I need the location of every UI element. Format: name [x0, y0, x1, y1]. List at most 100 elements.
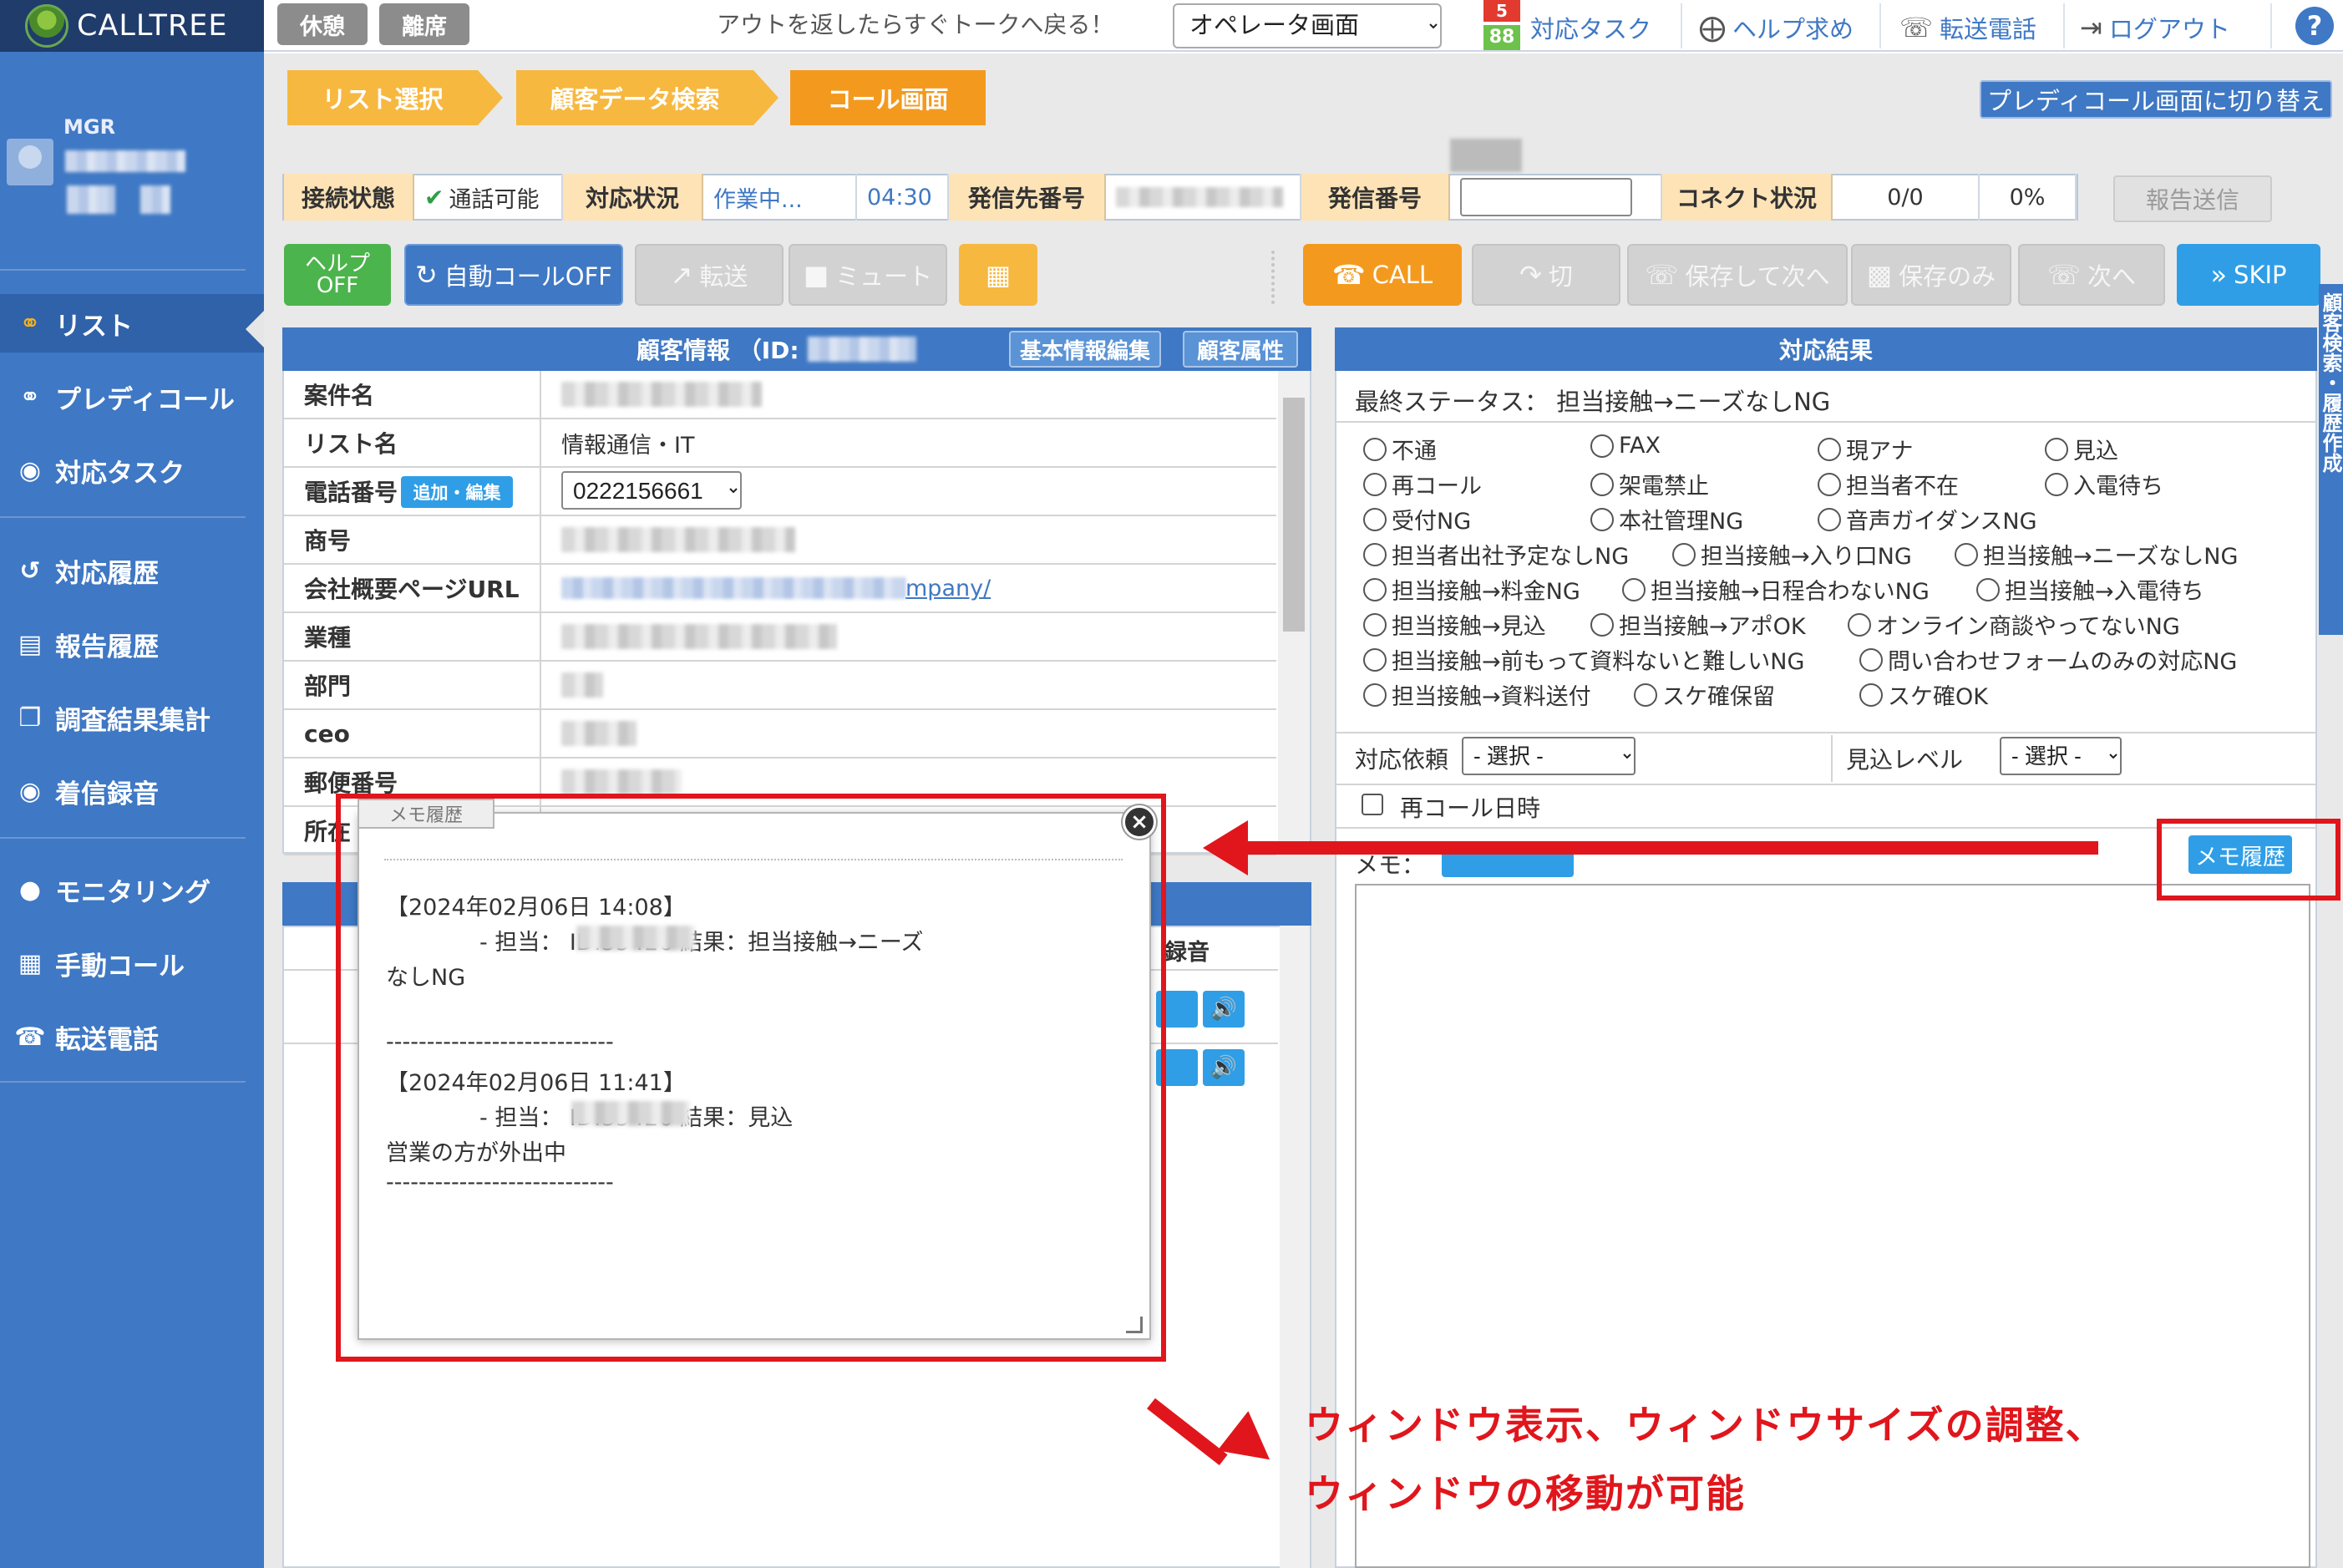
phone-number-select[interactable]: 0222156661: [561, 471, 742, 510]
mute-button[interactable]: ■ ミュート: [789, 244, 947, 306]
company-url-link[interactable]: mpany/: [905, 576, 991, 601]
status-option[interactable]: 担当者出社予定なしNG: [1363, 538, 1629, 571]
status-option[interactable]: 担当接触→日程合わないNG: [1622, 573, 1930, 606]
calendar-icon: ▤: [18, 629, 43, 659]
field-value-list-name: 情報通信・IT: [541, 419, 1276, 468]
transfer-icon: ☎: [14, 1022, 46, 1052]
avatar: [7, 139, 53, 185]
status-option[interactable]: スケ確OK: [1859, 678, 1988, 711]
lifebuoy-icon: ⨁: [1699, 12, 1726, 43]
caller-number-select[interactable]: [1460, 178, 1632, 216]
status-option[interactable]: オンライン商談やってないNG: [1848, 608, 2180, 641]
transfer-button[interactable]: ↗ 転送: [635, 244, 784, 306]
destination-number-redacted: [1116, 187, 1283, 207]
caller-number-value: [1450, 174, 1662, 221]
field-value-company-url[interactable]: mpany/: [541, 565, 1276, 613]
customer-search-side-tab[interactable]: 顧客検索・履歴作成: [2319, 284, 2343, 635]
status-option[interactable]: FAX: [1590, 433, 1661, 459]
sidebar-divider: [0, 837, 246, 839]
status-option[interactable]: 音声ガイダンスNG: [1818, 503, 2037, 535]
user-id-redacted: [67, 185, 115, 214]
double-chevron-right-icon: »: [2210, 259, 2228, 291]
view-select[interactable]: オペレータ画面: [1173, 3, 1442, 48]
help-off-button[interactable]: ヘルプ OFF: [284, 244, 391, 306]
phone-add-edit-button[interactable]: 追加・編集: [401, 476, 513, 508]
status-option[interactable]: 問い合わせフォームのみの対応NG: [1859, 643, 2237, 676]
transfer-call-link[interactable]: ☏ 転送電話: [1899, 10, 2036, 45]
status-option[interactable]: 受付NG: [1363, 503, 1471, 535]
request-label: 対応依頼: [1355, 746, 1449, 774]
status-option[interactable]: 入電待ち: [2045, 468, 2163, 500]
step-call-screen[interactable]: コール画面: [790, 70, 986, 125]
save-only-button[interactable]: ▩ 保存のみ: [1851, 244, 2011, 306]
speaker-icon[interactable]: 🔊: [1203, 1049, 1245, 1086]
customer-panel-scroll-thumb[interactable]: [1283, 398, 1305, 632]
status-option[interactable]: 担当接触→入電待ち: [1976, 573, 2204, 606]
topbar-divider: [1879, 3, 1881, 48]
sidebar-divider: [0, 1081, 246, 1083]
sidebar-item-report-history[interactable]: ▤ 報告履歴: [0, 615, 264, 673]
step-customer-search[interactable]: 顧客データ検索: [516, 70, 753, 125]
skip-label: SKIP: [2234, 261, 2287, 289]
step-list-select[interactable]: リスト選択: [287, 70, 478, 125]
status-option[interactable]: 見込: [2045, 433, 2118, 465]
status-option[interactable]: スケ確保留: [1634, 678, 1775, 711]
keypad-button[interactable]: ▦: [959, 244, 1037, 306]
customer-info-title: 顧客情報 （ID:: [636, 337, 799, 364]
save-next-button[interactable]: ☏ 保存して次へ: [1627, 244, 1848, 306]
sidebar-item-survey-summary[interactable]: ❐ 調査結果集計: [0, 688, 264, 747]
status-option[interactable]: 担当接触→料金NG: [1363, 573, 1580, 606]
field-label-industry: 業種: [284, 613, 541, 662]
status-option[interactable]: 担当接触→入り口NG: [1672, 538, 1912, 571]
status-option[interactable]: 担当接触→見込: [1363, 608, 1546, 641]
user-id-redacted-2: [140, 185, 170, 214]
hangup-label: 切: [1548, 262, 1573, 291]
prospect-level-select[interactable]: - 選択 -: [2000, 737, 2122, 775]
status-option[interactable]: 担当者不在: [1818, 468, 1959, 500]
sidebar-item-incoming-recordings[interactable]: ◉ 着信録音: [0, 762, 264, 820]
request-select[interactable]: - 選択 -: [1462, 737, 1636, 775]
status-option[interactable]: 現アナ: [1818, 433, 1913, 465]
status-option[interactable]: 担当接触→資料送付: [1363, 678, 1591, 711]
sidebar-item-list[interactable]: ⚭ リスト: [0, 294, 264, 353]
customer-attributes-button[interactable]: 顧客属性: [1183, 331, 1298, 368]
break-button[interactable]: 休憩: [277, 3, 368, 45]
sidebar-item-manual-call[interactable]: ▦ 手動コール: [0, 934, 264, 992]
status-option[interactable]: 担当接触→ニーズなしNG: [1955, 538, 2238, 571]
connection-status-label: 接続状態: [284, 174, 414, 221]
status-option[interactable]: 本社管理NG: [1590, 503, 1743, 535]
sidebar-item-predictive-call[interactable]: ⚭ プレディコール: [0, 368, 264, 426]
edit-basic-info-button[interactable]: 基本情報編集: [1009, 331, 1161, 368]
status-option[interactable]: 架電禁止: [1590, 468, 1709, 500]
next-button[interactable]: ☏ 次へ: [2018, 244, 2165, 306]
auto-call-label: 自動コールOFF: [444, 262, 612, 291]
call-button[interactable]: ☎ CALL: [1303, 244, 1462, 306]
next-label: 次へ: [2087, 262, 2137, 291]
task-count-badge: 5: [1483, 0, 1520, 22]
task-link[interactable]: 対応タスク: [1530, 10, 1651, 45]
status-option[interactable]: 担当接触→前もって資料ないと難しいNG: [1363, 643, 1804, 676]
report-send-button[interactable]: 報告送信: [2113, 175, 2272, 222]
hangup-button[interactable]: ↷ 切: [1472, 244, 1620, 306]
sidebar-item-response-history[interactable]: ↺ 対応履歴: [0, 541, 264, 600]
switch-predictive-button[interactable]: プレディコール画面に切り替え: [1980, 80, 2332, 119]
sidebar-item-transfer-call[interactable]: ☎ 転送電話: [0, 1007, 264, 1066]
mute-label: ミュート: [835, 262, 933, 291]
help-request-label: ヘルプ求め: [1732, 15, 1854, 43]
sidebar-item-tasks[interactable]: ◉ 対応タスク: [0, 441, 264, 500]
speaker-icon[interactable]: 🔊: [1203, 991, 1245, 1028]
help-request-link[interactable]: ⨁ ヘルプ求め: [1699, 10, 1854, 45]
status-option[interactable]: 再コール: [1363, 468, 1482, 500]
status-option[interactable]: 不通: [1363, 433, 1437, 465]
logout-link[interactable]: ⇥ ログアウト: [2080, 10, 2230, 45]
keypad-icon: ▦: [18, 948, 43, 978]
recall-checkbox[interactable]: [1362, 794, 1383, 815]
away-button[interactable]: 離席: [379, 3, 469, 45]
sidebar-item-monitoring[interactable]: ● モニタリング: [0, 860, 264, 919]
status-option[interactable]: 担当接触→アポOK: [1590, 608, 1806, 641]
result-vdivider: [1831, 735, 1833, 782]
skip-button[interactable]: » SKIP: [2177, 244, 2320, 306]
help-icon[interactable]: ?: [2295, 7, 2334, 45]
auto-call-toggle[interactable]: ↻ 自動コールOFF: [404, 244, 623, 306]
annotation-box-popup: [336, 794, 1166, 1362]
